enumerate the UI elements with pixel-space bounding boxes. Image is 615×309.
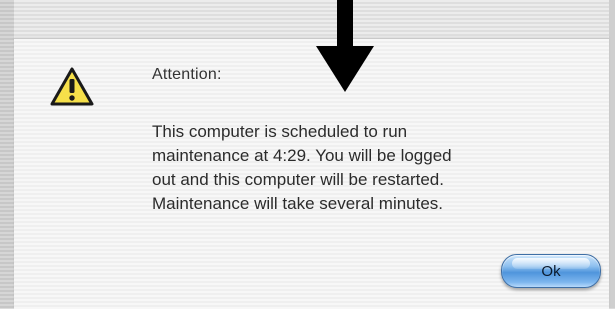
down-arrow-icon: [316, 0, 374, 92]
warning-triangle-icon: [50, 67, 94, 106]
message-line: out and this computer will be restarted.: [152, 170, 444, 189]
ok-button[interactable]: Ok: [501, 254, 601, 288]
message-line: Maintenance will take several minutes.: [152, 194, 444, 213]
ok-button-label: Ok: [541, 262, 561, 280]
dialog-message: This computer is scheduled to run mainte…: [152, 120, 602, 216]
window-edge-left: [0, 0, 14, 308]
window-edge-right: [609, 0, 615, 308]
message-line: This computer is scheduled to run: [152, 122, 408, 141]
message-line: maintenance at 4:29. You will be logged: [152, 146, 452, 165]
dialog-heading: Attention:: [152, 66, 222, 83]
